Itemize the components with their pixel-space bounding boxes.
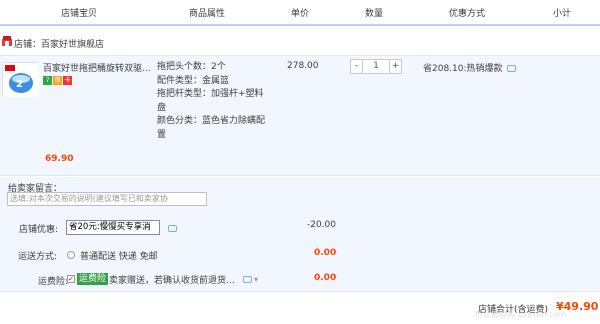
col-header-quantity: 数量 [365,9,384,19]
seller-memo-input[interactable]: 选填:对本次交易的说明(建议填写已和卖家协 [7,192,207,206]
product-thumbnail[interactable]: 2 [2,62,39,97]
quantity-input[interactable]: 1 [363,59,389,74]
service-badges: 7 保 卡 [43,76,72,85]
discount-text: 省208.10:热销爆款 [423,64,503,74]
credit-card-icon[interactable]: 卡 [63,76,72,85]
store-name-link[interactable]: 店铺：百家好世旗舰店 [14,37,104,50]
shipping-amount: 0.00 [314,248,337,258]
attr-line: 盘 [157,102,167,113]
quantity-stepper: - 1 + [350,59,402,74]
product-attributes: 拖把头个数：2个 配件类型：金属篮 拖把杆类型：加强杆+塑料 盘 颜色分类：蓝色… [157,61,269,142]
order-options-panel: 给卖家留言： 选填:对本次交易的说明(建议填写已和卖家协 店铺优惠: 省20元:… [0,177,600,291]
shipping-option: 普通配送 快递 免邮 [80,252,158,262]
attr-line: 拖把杆类型：加强杆+塑料 [157,89,264,99]
insurance-amount: 0.00 [314,273,337,283]
chat-bubble-icon[interactable] [168,225,177,232]
increase-quantity-button[interactable]: + [389,59,402,74]
store-icon [2,36,12,46]
store-row: 店铺：百家好世旗舰店 [0,28,600,56]
guarantee-icon[interactable]: 保 [53,76,62,85]
chevron-down-icon[interactable]: ▾ [254,275,258,284]
unit-price: 278.00 [287,61,319,71]
coupon-amount: -20.00 [307,220,337,230]
col-header-subtotal: 小计 [553,9,572,19]
mop-bucket-image: 2 [3,63,39,97]
seven-day-return-icon[interactable]: 7 [43,76,52,85]
col-header-price: 单价 [291,9,310,19]
coupon-label: 店铺优惠: [19,225,59,235]
attr-line: 拖把头个数：2个 [157,62,226,72]
cart-table-header: 店铺宝贝 商品属性 单价 数量 优惠方式 小计 [0,0,600,26]
item-subtotal: 69.90 [45,154,74,164]
insurance-text: 卖家赠送，若确认收货前退货... [109,276,235,286]
discount-info: 省208.10:热销爆款 [423,61,517,74]
insurance-checkbox[interactable]: ✓ [67,275,75,283]
cart-item-row: 2 百家好世拖把桶旋转双驱... 7 保 卡 拖把头个数：2个 配件类型：金属篮… [0,56,600,176]
svg-text:2: 2 [16,79,23,90]
chat-bubble-icon[interactable] [507,65,517,72]
shipping-radio[interactable] [67,251,75,259]
col-header-item: 店铺宝贝 [61,9,98,19]
insurance-label: 运费险: [38,277,69,287]
watermark: 什么值得买 smzdm.com [475,310,567,319]
col-header-attributes: 商品属性 [189,9,226,19]
decrease-quantity-button[interactable]: - [350,59,363,74]
attr-line: 颜色分类：蓝色省力除螨配 [157,116,266,126]
chat-bubble-icon[interactable] [243,276,252,283]
col-header-discount: 优惠方式 [449,9,486,19]
insurance-tag: 运费险 [77,273,109,285]
coupon-select[interactable]: 省20元:慢慢买专享消 [66,220,160,235]
product-title-link[interactable]: 百家好世拖把桶旋转双驱... [43,61,153,74]
shipping-label: 运送方式: [18,252,58,262]
attr-line: 配件类型：金属篮 [157,75,230,86]
attr-line: 置 [157,129,167,140]
